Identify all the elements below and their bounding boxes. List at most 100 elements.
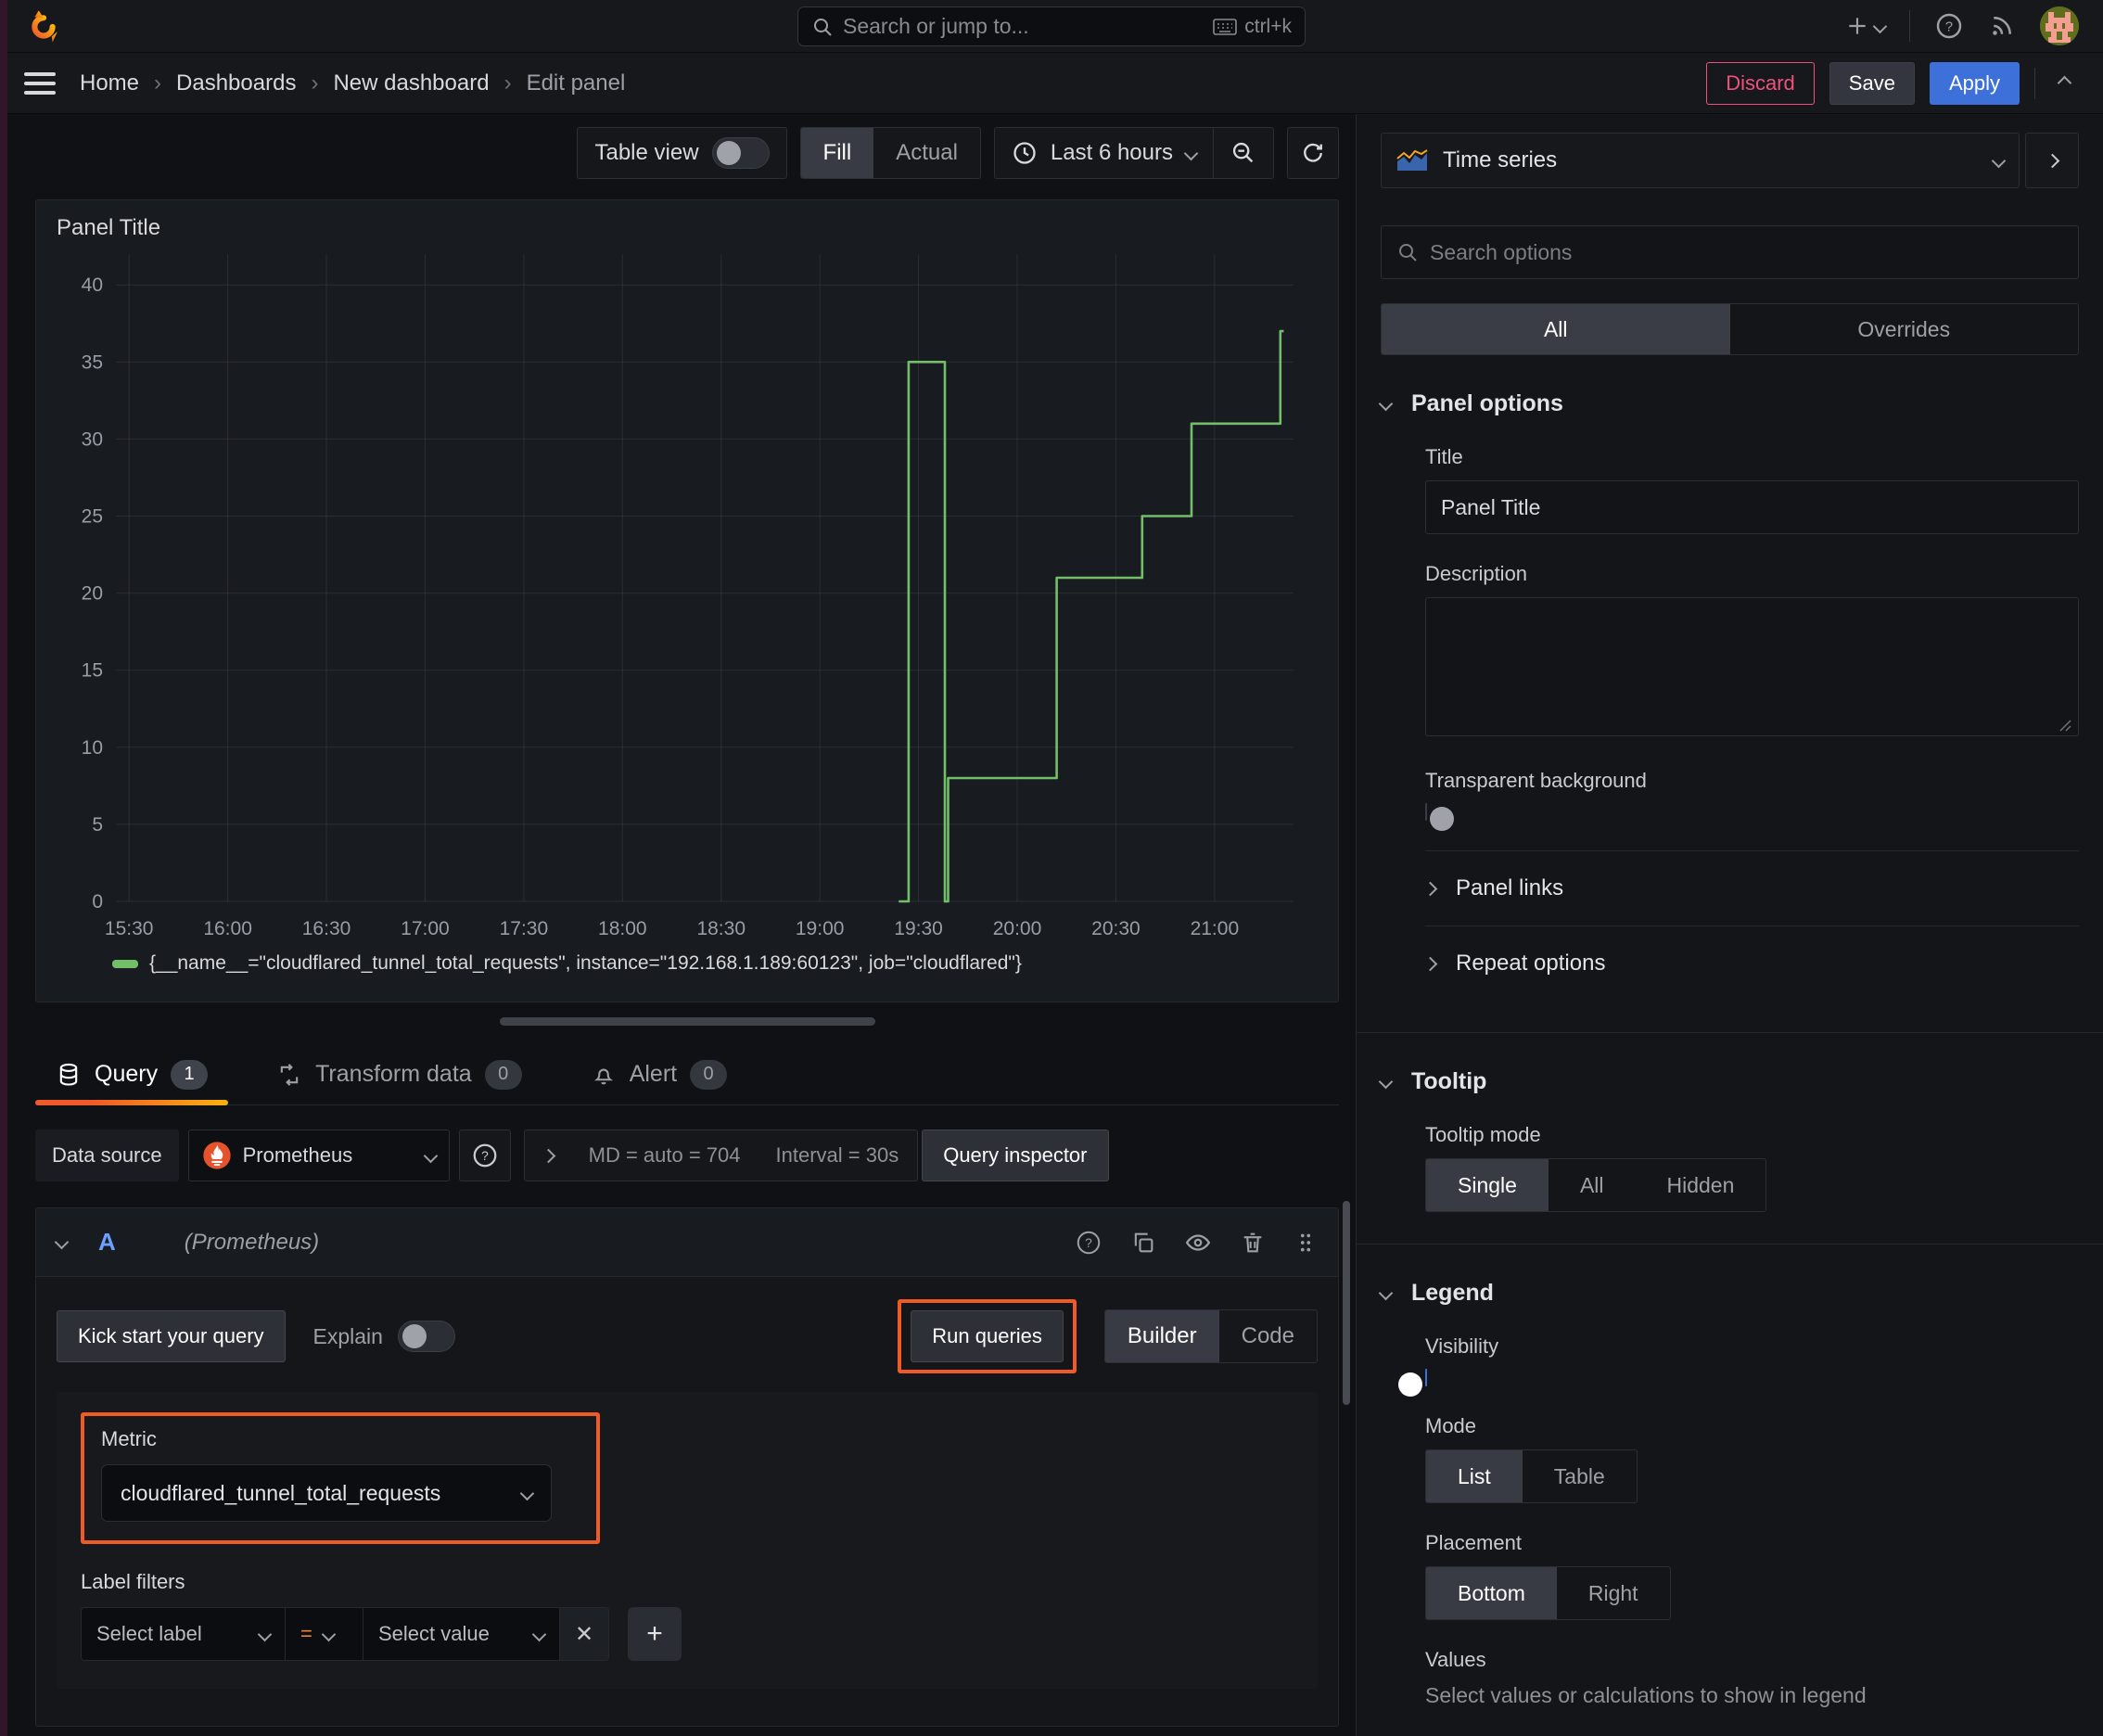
tooltip-header[interactable]: Tooltip (1378, 1068, 2079, 1095)
legend-table-option[interactable]: Table (1523, 1450, 1637, 1502)
add-filter-button[interactable]: + (628, 1607, 682, 1661)
tooltip-hidden-option[interactable]: Hidden (1636, 1159, 1766, 1211)
remove-filter-button[interactable]: ✕ (560, 1608, 608, 1660)
legend-values-label: Values (1425, 1648, 1486, 1671)
explain-toggle[interactable]: Explain (313, 1321, 455, 1352)
panel-links-row[interactable]: Panel links (1422, 851, 2079, 925)
panel-title-input[interactable] (1425, 480, 2079, 534)
breadcrumb-new-dashboard[interactable]: New dashboard (333, 70, 489, 96)
resize-handle-icon[interactable] (2058, 719, 2071, 732)
keyboard-icon (1213, 18, 1238, 35)
chevron-right-icon[interactable] (541, 1148, 555, 1163)
builder-option[interactable]: Builder (1104, 1310, 1219, 1362)
legend-visibility-switch[interactable] (1398, 1369, 1427, 1397)
help-button[interactable]: ? (1934, 11, 1964, 41)
svg-text:20:00: 20:00 (993, 918, 1042, 939)
query-inspector-button[interactable]: Query inspector (922, 1130, 1109, 1181)
kick-start-query-button[interactable]: Kick start your query (57, 1310, 286, 1362)
repeat-options-row[interactable]: Repeat options (1422, 926, 2079, 1001)
hide-response-eye-icon[interactable] (1184, 1229, 1212, 1257)
svg-text:19:00: 19:00 (796, 918, 845, 939)
delete-query-trash-icon[interactable] (1240, 1230, 1266, 1256)
legend-right-option[interactable]: Right (1557, 1567, 1670, 1619)
main-scrollbar-thumb[interactable] (1343, 1201, 1350, 1405)
save-button[interactable]: Save (1829, 61, 1915, 105)
panel-options-header[interactable]: Panel options (1378, 390, 2079, 417)
discard-button[interactable]: Discard (1706, 61, 1815, 105)
new-menu-button[interactable] (1845, 14, 1888, 38)
zoom-out-icon (1232, 142, 1254, 163)
collapse-query-icon[interactable] (54, 1234, 70, 1250)
news-button[interactable] (1988, 12, 2016, 40)
panel-links-label: Panel links (1456, 875, 1564, 900)
series-line (899, 329, 1284, 903)
tab-query-count: 1 (171, 1059, 209, 1090)
label-filters-section: Label filters Select label = Select valu… (81, 1570, 1294, 1661)
legend-bottom-option[interactable]: Bottom (1426, 1567, 1557, 1619)
tooltip-single-option[interactable]: Single (1426, 1159, 1549, 1211)
time-range-picker[interactable]: Last 6 hours (995, 128, 1213, 178)
table-view-switch[interactable] (711, 137, 770, 169)
chevron-right-icon (2045, 153, 2059, 168)
tab-alert[interactable]: Alert 0 (570, 1044, 747, 1104)
tab-query[interactable]: Query 1 (35, 1044, 229, 1105)
legend-values-hint: Select values or calculations to show in… (1425, 1683, 1867, 1707)
tooltip-title: Tooltip (1411, 1068, 1487, 1094)
global-search[interactable]: ctrl+k (797, 6, 1306, 46)
explain-switch[interactable] (397, 1321, 455, 1352)
breadcrumb-dashboards[interactable]: Dashboards (176, 70, 296, 96)
tab-all[interactable]: All (1382, 304, 1730, 354)
code-option[interactable]: Code (1219, 1310, 1317, 1362)
query-help-icon[interactable]: ? (1075, 1229, 1102, 1257)
visualization-picker[interactable]: Time series (1381, 133, 2020, 188)
refresh-button[interactable] (1287, 127, 1339, 179)
transparent-bg-switch[interactable] (1425, 803, 1454, 831)
legend-placement-label: Placement (1425, 1531, 1522, 1554)
tooltip-body: Tooltip mode Single All Hidden (1381, 1123, 2079, 1212)
datasource-help-button[interactable]: ? (458, 1130, 511, 1181)
svg-text:15: 15 (82, 660, 103, 682)
global-search-input[interactable] (843, 14, 1204, 39)
user-avatar[interactable] (2040, 6, 2079, 45)
query-row-header[interactable]: A (Prometheus) ? (36, 1208, 1338, 1277)
breadcrumb-home[interactable]: Home (80, 70, 139, 96)
collapse-chrome-button[interactable] (2057, 75, 2072, 91)
actual-option[interactable]: Actual (873, 128, 980, 178)
breadcrumb-separator: › (311, 70, 319, 96)
table-view-toggle[interactable]: Table view (578, 128, 785, 178)
help-icon: ? (473, 1143, 496, 1168)
svg-text:15:30: 15:30 (105, 918, 154, 939)
tab-alert-count: 0 (690, 1059, 728, 1090)
grafana-logo[interactable] (24, 6, 63, 45)
panel-description-textarea[interactable] (1425, 597, 2079, 736)
datasource-select[interactable]: Prometheus (187, 1130, 450, 1181)
select-label-dropdown[interactable]: Select label (82, 1608, 286, 1660)
drag-grip-icon[interactable] (1294, 1231, 1318, 1255)
chart-legend[interactable]: {__name__="cloudflared_tunnel_total_requ… (112, 952, 1318, 975)
legend-header[interactable]: Legend (1378, 1280, 2079, 1307)
tab-overrides[interactable]: Overrides (1730, 304, 2079, 354)
time-series-chart[interactable]: 0 5 10 15 20 25 30 35 40 15:30 16:00 16:30 17:00 17:3… (57, 241, 1318, 951)
operator-dropdown[interactable]: = (286, 1608, 363, 1660)
select-value-dropdown[interactable]: Select value (363, 1608, 560, 1660)
tab-transform-data[interactable]: Transform data 0 (256, 1044, 542, 1104)
legend-list-option[interactable]: List (1426, 1450, 1523, 1502)
tooltip-all-option[interactable]: All (1549, 1159, 1636, 1211)
chevron-down-icon (423, 1148, 438, 1163)
options-search[interactable] (1381, 225, 2079, 279)
run-queries-annotation: Run queries (898, 1299, 1077, 1373)
duplicate-query-icon[interactable] (1130, 1230, 1156, 1256)
svg-text:16:00: 16:00 (203, 918, 252, 939)
zoom-out-button[interactable] (1213, 128, 1273, 178)
avatar-pixel-art (2040, 6, 2079, 45)
breadcrumb-separator: › (154, 70, 162, 96)
options-search-input[interactable] (1430, 239, 2063, 265)
open-viz-list-button[interactable] (2025, 133, 2079, 188)
run-queries-button[interactable]: Run queries (911, 1310, 1064, 1362)
legend-series-label: {__name__="cloudflared_tunnel_total_requ… (149, 952, 1022, 974)
metric-select[interactable]: cloudflared_tunnel_total_requests (101, 1464, 552, 1522)
menu-toggle-button[interactable] (24, 71, 56, 95)
panel-resize-handle[interactable] (499, 1017, 875, 1026)
apply-button[interactable]: Apply (1929, 61, 2020, 105)
fill-option[interactable]: Fill (800, 128, 874, 178)
